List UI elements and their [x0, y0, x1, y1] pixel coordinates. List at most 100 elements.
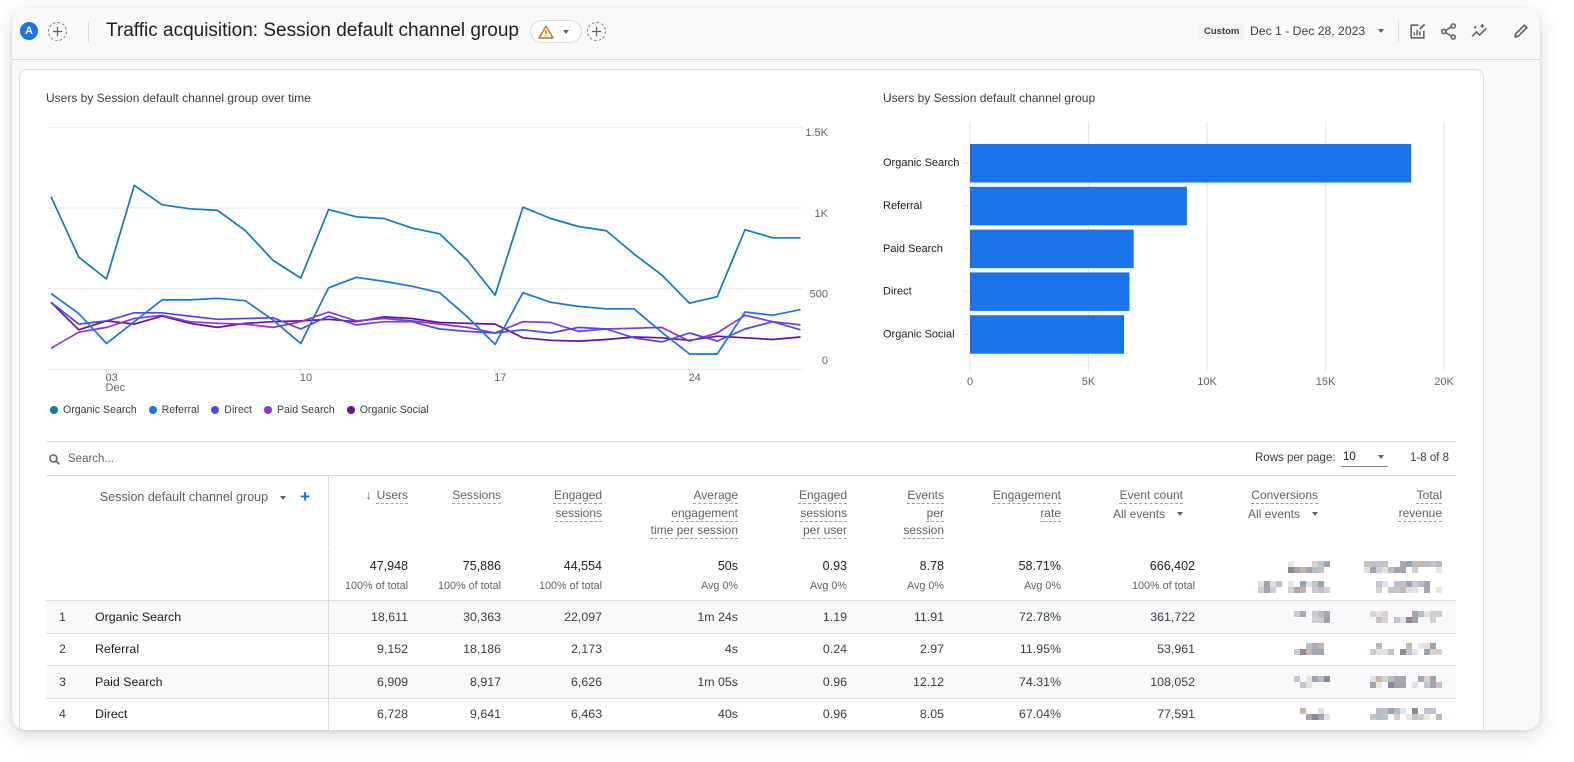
cell-avg-engagement-time: 1m 05s	[697, 674, 738, 689]
series-line-organic-search[interactable]	[50, 184, 801, 305]
bar-organic-search[interactable]	[970, 144, 1412, 183]
insights-button[interactable]	[1470, 21, 1490, 41]
bar-direct[interactable]	[970, 272, 1130, 311]
column-header-line: Sessions	[416, 487, 501, 505]
table-row[interactable]: 3 Paid Search 6,909 8,917 6,626 1m 05s 0.96 12.…	[46, 665, 1456, 698]
bar-referral[interactable]	[970, 186, 1187, 226]
channel-name[interactable]: Organic Search	[85, 601, 329, 633]
date-range-picker[interactable]: Dec 1 - Dec 28, 2023	[1250, 23, 1365, 39]
column-header-text[interactable]: rate	[1040, 506, 1061, 520]
total-value: 47,948	[369, 559, 408, 573]
bar-chart[interactable]: 0 5K 10K 15K 20K Organic Search Referral Paid S…	[870, 115, 1470, 400]
add-filter-button[interactable]	[587, 22, 606, 41]
column-header-engaged-sessions[interactable]: Engaged sessions	[509, 476, 610, 548]
table-row[interactable]: 4 Direct 6,728 9,641 6,463 40s 0.96 8.05 67.04% 7…	[46, 697, 1456, 730]
cell-engaged-sessions: 6,463	[570, 707, 602, 722]
share-button[interactable]	[1438, 21, 1458, 41]
column-header-event-count[interactable]: Event count All events	[1069, 476, 1203, 548]
channel-name[interactable]: Paid Search	[85, 666, 329, 698]
table-row[interactable]: 1 Organic Search 18,611 30,363 22,097 1m 24s 1…	[46, 600, 1456, 633]
column-header-engagement-rate[interactable]: Engagement rate	[952, 476, 1069, 548]
column-header-text[interactable]: Engaged	[554, 488, 602, 502]
data-quality-dropdown[interactable]	[530, 20, 582, 43]
legend-item-direct[interactable]: Direct	[211, 404, 252, 416]
column-header-line: Engagement	[952, 487, 1061, 505]
legend-item-organic-social[interactable]: Organic Social	[346, 404, 429, 416]
category-label: Organic Search	[883, 157, 959, 169]
date-range-chevron-icon[interactable]	[1378, 29, 1384, 33]
add-dimension-icon[interactable]: +	[300, 488, 310, 505]
column-header-text[interactable]: time per session	[651, 523, 738, 537]
redacted-total	[1203, 561, 1330, 593]
date-preset-chip: Custom	[1199, 24, 1245, 39]
cell-engaged-sessions-per-user: 0.96	[822, 707, 847, 722]
customize-report-button[interactable]	[1407, 21, 1427, 41]
column-header-text[interactable]: per user	[803, 523, 847, 537]
legend-item-referral[interactable]: Referral	[148, 404, 200, 416]
channel-name[interactable]: Referral	[85, 633, 329, 665]
channel-name[interactable]: Direct	[85, 698, 329, 730]
total-engaged-sessions: 44,554 100% of total	[509, 549, 610, 600]
add-comparison-button[interactable]	[48, 22, 67, 41]
column-header-text[interactable]: Events	[907, 488, 944, 502]
metric-filter-dropdown[interactable]: All events	[1203, 506, 1318, 524]
redacted-value	[1294, 675, 1330, 688]
redacted-value	[1294, 708, 1330, 721]
column-header-events-per-session[interactable]: Events per session	[855, 476, 952, 548]
totals-row: 47,948 100% of total 75,886 100% of total 44…	[46, 548, 1456, 600]
chevron-down-icon	[563, 29, 569, 34]
column-header-engaged-sessions-per-user[interactable]: Engaged sessions per user	[746, 476, 855, 548]
column-header-text[interactable]: per	[927, 506, 944, 520]
column-header-text[interactable]: engagement	[671, 506, 738, 520]
legend-item-paid-search[interactable]: Paid Search	[263, 404, 335, 416]
column-header-text[interactable]: Event count	[1120, 488, 1183, 502]
row-rank: 2	[59, 642, 66, 657]
column-header-line: ↓ Users	[329, 487, 408, 505]
column-header-text[interactable]: sessions	[555, 506, 602, 520]
column-header-conversions[interactable]: Conversions All events	[1203, 476, 1338, 548]
column-header-text[interactable]: Conversions	[1251, 488, 1318, 502]
total-percent: Avg 0%	[906, 580, 944, 592]
legend-item-organic-search[interactable]: Organic Search	[50, 404, 137, 416]
chevron-down-icon[interactable]	[280, 496, 287, 500]
table-search-input[interactable]	[68, 450, 368, 468]
dimension-header-label[interactable]: Session default channel group	[100, 490, 268, 504]
legend-label: Referral	[161, 404, 200, 416]
sort-descending-icon[interactable]: ↓	[366, 487, 372, 505]
edit-button[interactable]	[1511, 21, 1531, 41]
metric-filter-dropdown[interactable]: All events	[1069, 506, 1183, 524]
column-header-avg-engagement-time[interactable]: Average engagement time per session	[610, 476, 746, 548]
total-percent: 100% of total	[437, 580, 501, 592]
column-header-text[interactable]: session	[903, 523, 944, 537]
bar-organic-social[interactable]	[970, 315, 1124, 354]
column-header-text[interactable]: Total	[1417, 488, 1442, 502]
cell-engagement-rate: 72.78%	[1018, 609, 1061, 624]
column-header-total-revenue[interactable]: Total revenue	[1338, 476, 1456, 548]
column-header-text[interactable]: Average	[694, 488, 738, 502]
column-header-text[interactable]: Sessions	[452, 488, 501, 502]
column-header-text[interactable]: Engaged	[799, 488, 847, 502]
column-header-text[interactable]: sessions	[800, 506, 847, 520]
total-sessions: 75,886 100% of total	[416, 549, 509, 600]
totals-label-cell	[46, 549, 329, 600]
column-header-users[interactable]: ↓ Users	[329, 476, 416, 548]
line-chart[interactable]: 05001K1.5K03Dec10 17 24	[40, 115, 840, 415]
series-line-paid-search[interactable]	[50, 311, 801, 350]
cell-event-count: 53,961	[1157, 642, 1195, 657]
cell-avg-engagement-time: 1m 24s	[697, 609, 738, 624]
column-header-line: Event count	[1069, 487, 1183, 505]
column-header-sessions[interactable]: Sessions	[416, 476, 509, 548]
column-header-text[interactable]: Users	[377, 488, 408, 502]
rows-per-page-select[interactable]: 10	[1341, 449, 1388, 467]
x-tick-label: 0	[967, 376, 973, 388]
chevron-down-icon	[1312, 512, 1318, 517]
pagination-status: 1-8 of 8	[1410, 452, 1449, 464]
column-header-text[interactable]: revenue	[1399, 506, 1442, 520]
table-row[interactable]: 2 Referral 9,152 18,186 2,173 4s 0.24 2.97 11.95…	[46, 632, 1456, 665]
dimension-header[interactable]: Session default channel group +	[46, 476, 329, 548]
cell-engaged-sessions-per-user: 1.19	[822, 609, 847, 624]
bar-paid-search[interactable]	[970, 229, 1134, 269]
column-header-text[interactable]: Engagement	[993, 488, 1061, 502]
column-header-line: Average	[610, 487, 738, 505]
segment-avatar[interactable]: A	[20, 22, 38, 40]
